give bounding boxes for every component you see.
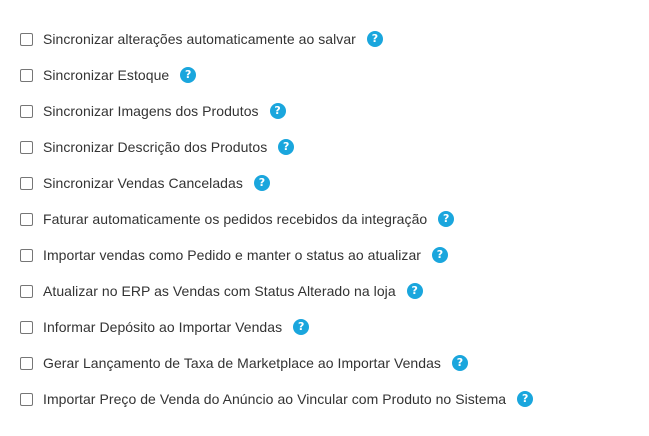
option-update-erp-status[interactable]: Atualizar no ERP as Vendas com Status Al… [20, 281, 423, 301]
option-sync-on-save[interactable]: Sincronizar alterações automaticamente a… [20, 29, 383, 49]
option-label[interactable]: Sincronizar Imagens dos Produtos [43, 103, 259, 119]
option-import-as-order[interactable]: Importar vendas como Pedido e manter o s… [20, 245, 448, 265]
option-sync-images[interactable]: Sincronizar Imagens dos Produtos ? [20, 101, 286, 121]
integration-options-list: Sincronizar alterações automaticamente a… [0, 0, 649, 436]
sync-description-checkbox[interactable] [20, 140, 33, 154]
option-import-listing-price[interactable]: Importar Preço de Venda do Anúncio ao Vi… [20, 389, 534, 409]
option-label[interactable]: Atualizar no ERP as Vendas com Status Al… [43, 283, 396, 299]
help-icon[interactable]: ? [406, 283, 423, 299]
option-label[interactable]: Importar Preço de Venda do Anúncio ao Vi… [43, 391, 506, 407]
sync-stock-checkbox[interactable] [20, 68, 33, 82]
help-icon[interactable]: ? [432, 247, 448, 263]
option-sync-description[interactable]: Sincronizar Descrição dos Produtos ? [20, 137, 295, 157]
marketplace-fee-checkbox[interactable] [20, 356, 33, 370]
option-sync-canceled-sales[interactable]: Sincronizar Vendas Canceladas ? [20, 173, 270, 193]
option-label[interactable]: Importar vendas como Pedido e manter o s… [43, 247, 421, 263]
sync-canceled-sales-checkbox[interactable] [20, 176, 33, 190]
help-icon[interactable]: ? [269, 103, 286, 119]
help-icon[interactable]: ? [366, 31, 383, 47]
help-icon[interactable]: ? [293, 319, 310, 335]
help-icon[interactable]: ? [278, 139, 295, 155]
option-label[interactable]: Faturar automaticamente os pedidos receb… [43, 211, 427, 227]
auto-invoice-checkbox[interactable] [20, 212, 33, 226]
option-label[interactable]: Gerar Lançamento de Taxa de Marketplace … [43, 355, 441, 371]
inform-warehouse-checkbox[interactable] [20, 320, 33, 334]
help-icon[interactable]: ? [253, 175, 270, 191]
option-label[interactable]: Informar Depósito ao Importar Vendas [43, 319, 282, 335]
option-label[interactable]: Sincronizar Estoque [43, 67, 169, 83]
option-label[interactable]: Sincronizar Descrição dos Produtos [43, 139, 267, 155]
help-icon[interactable]: ? [451, 355, 468, 371]
sync-images-checkbox[interactable] [20, 104, 33, 118]
import-listing-price-checkbox[interactable] [20, 392, 33, 406]
sync-on-save-checkbox[interactable] [20, 32, 33, 46]
option-inform-warehouse[interactable]: Informar Depósito ao Importar Vendas ? [20, 317, 310, 337]
option-label[interactable]: Sincronizar Vendas Canceladas [43, 175, 243, 191]
import-as-order-checkbox[interactable] [20, 248, 33, 262]
help-icon[interactable]: ? [438, 211, 455, 227]
update-erp-status-checkbox[interactable] [20, 284, 33, 298]
option-label[interactable]: Sincronizar alterações automaticamente a… [43, 31, 356, 47]
help-icon[interactable]: ? [517, 391, 534, 407]
option-marketplace-fee[interactable]: Gerar Lançamento de Taxa de Marketplace … [20, 353, 468, 373]
option-auto-invoice[interactable]: Faturar automaticamente os pedidos receb… [20, 209, 455, 229]
help-icon[interactable]: ? [180, 67, 197, 83]
option-sync-stock[interactable]: Sincronizar Estoque ? [20, 65, 197, 85]
